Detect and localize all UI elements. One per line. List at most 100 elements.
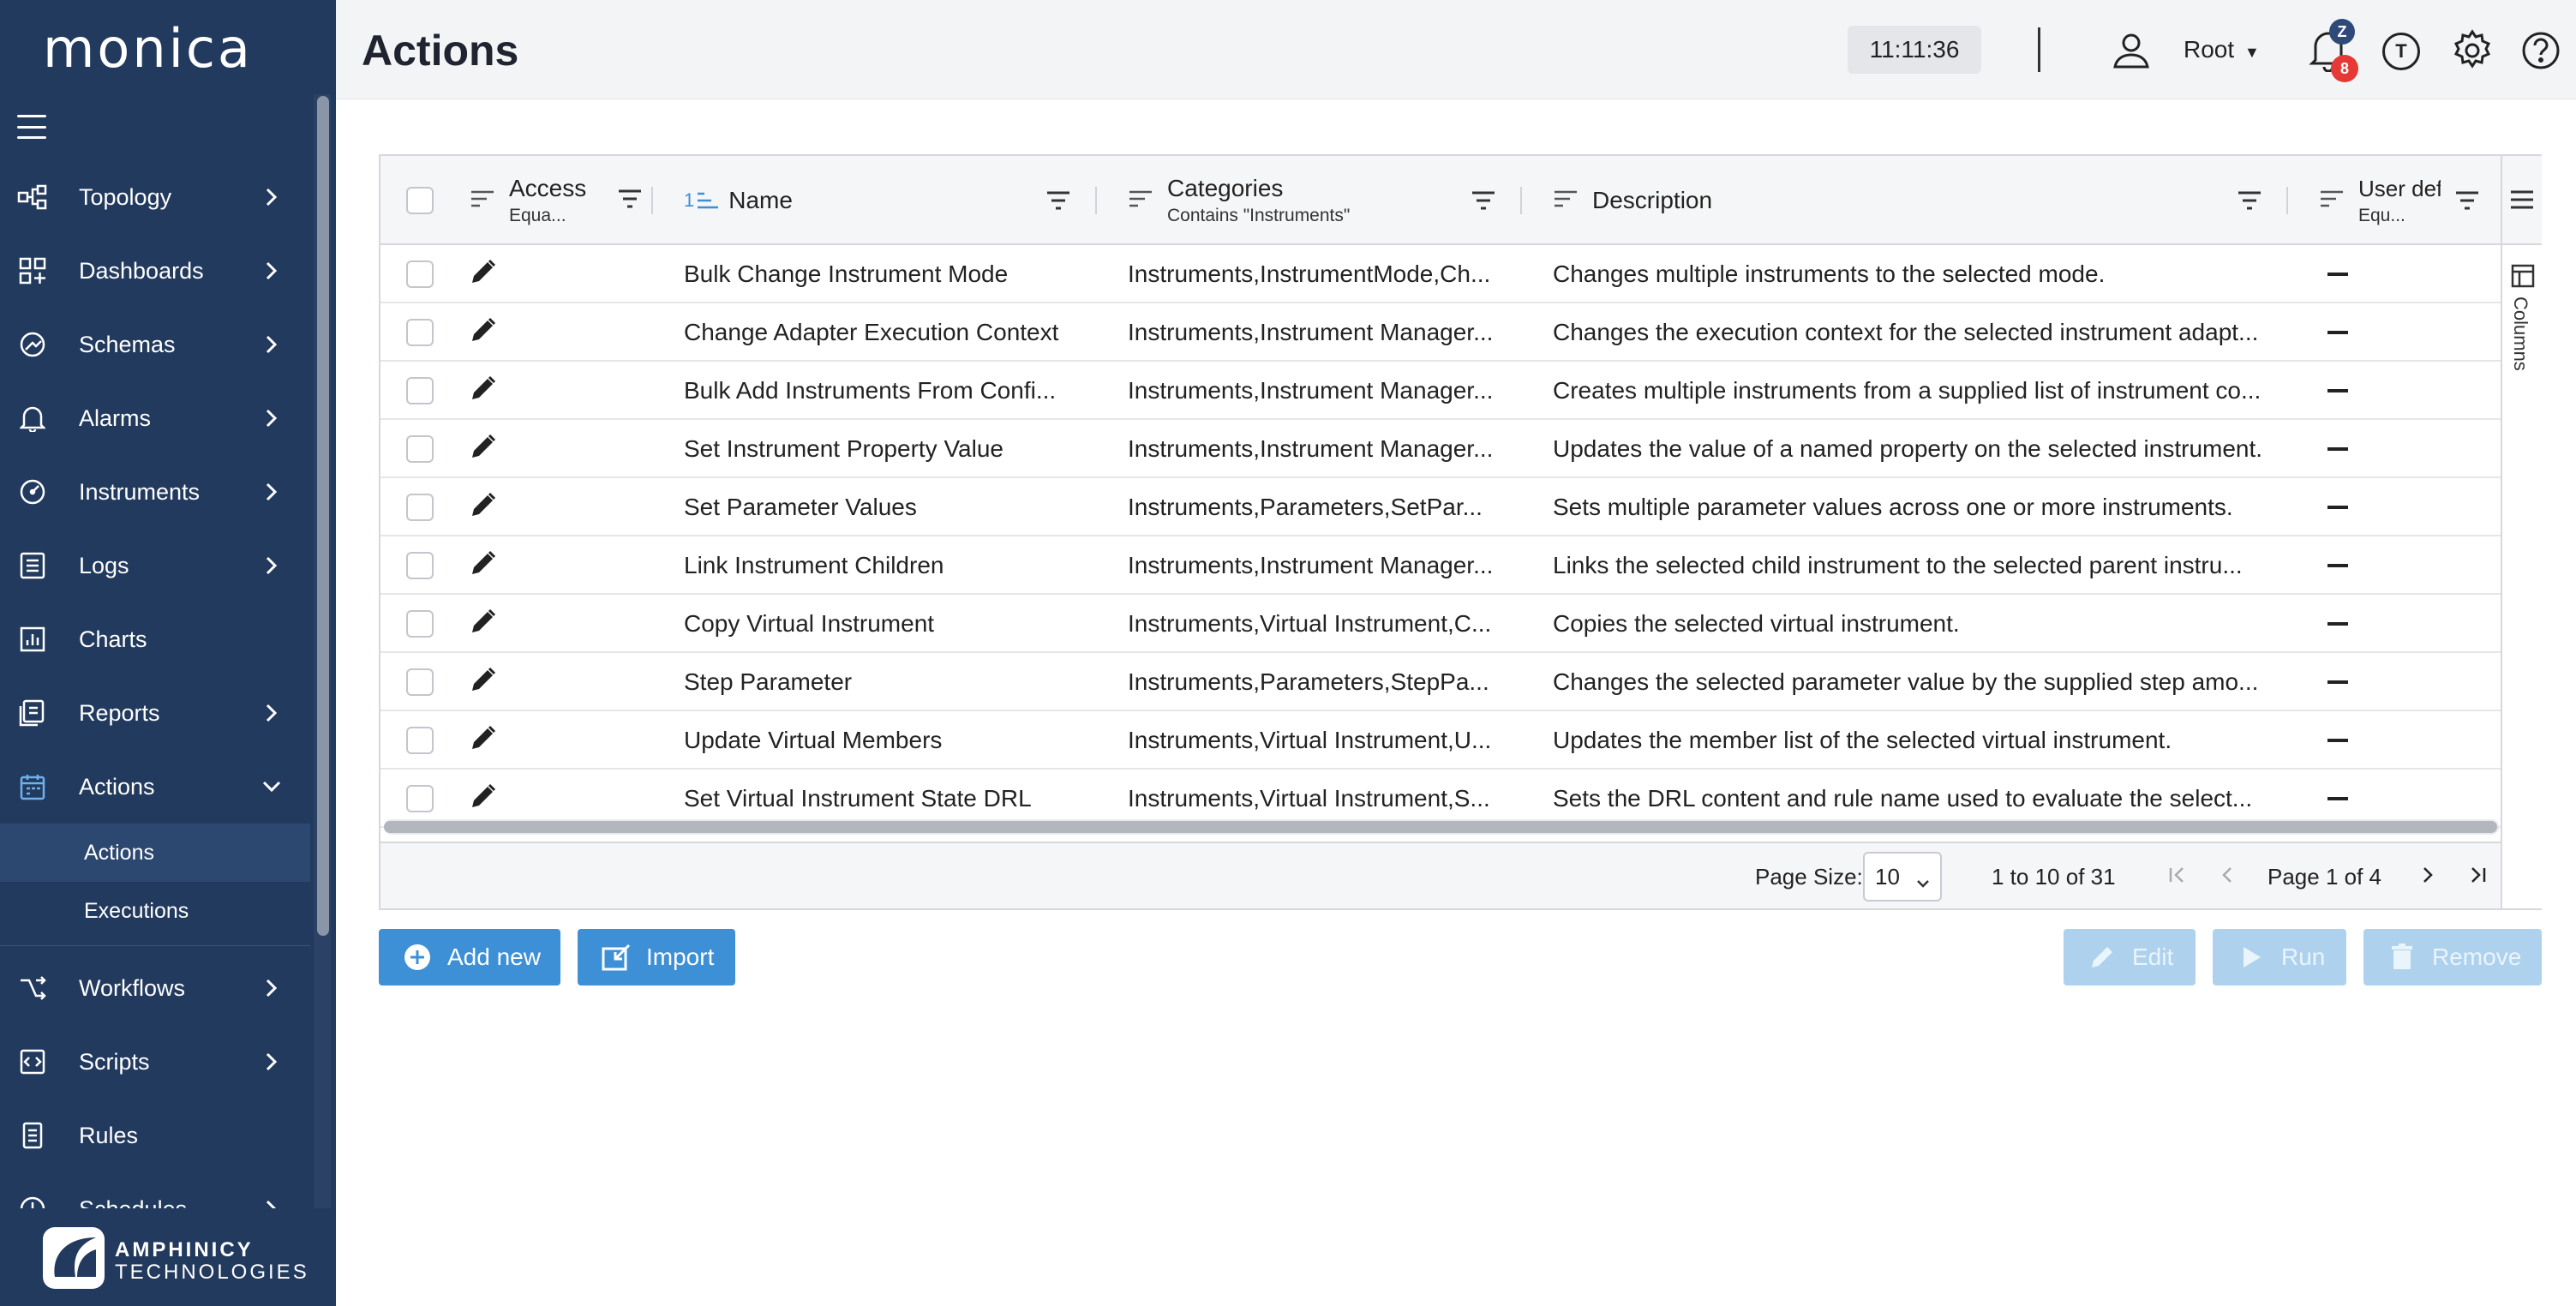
run-button[interactable]: Run xyxy=(2213,929,2346,985)
horizontal-scroll-thumb[interactable] xyxy=(384,821,2497,833)
sidebar-item-topology[interactable]: Topology xyxy=(0,160,310,234)
row-checkbox[interactable] xyxy=(406,610,434,638)
remove-button[interactable]: Remove xyxy=(2363,929,2542,985)
add-new-button[interactable]: Add new xyxy=(379,929,560,985)
hamburger-menu-icon[interactable] xyxy=(17,115,46,139)
first-page-icon[interactable] xyxy=(2165,862,2190,888)
table-row[interactable]: Bulk Add Instruments From Confi... Instru… xyxy=(380,362,2502,420)
sidebar-item-logs[interactable]: Logs xyxy=(0,529,310,602)
column-separator[interactable] xyxy=(651,187,653,214)
column-header-user-defined[interactable]: User def Equ... xyxy=(2319,156,2441,245)
table-row[interactable]: Set Parameter Values Instruments,Paramete… xyxy=(380,478,2502,536)
empty-value-dash xyxy=(2327,622,2348,626)
theme-toggle-icon[interactable]: T xyxy=(2382,33,2420,70)
column-menu-icon[interactable] xyxy=(2319,189,2345,213)
sidebar-item-rules[interactable]: Rules xyxy=(0,1099,310,1172)
gear-icon[interactable] xyxy=(2451,29,2494,72)
column-separator[interactable] xyxy=(1095,187,1097,214)
pencil-icon[interactable] xyxy=(470,258,497,291)
column-filter-summary: Equ... xyxy=(2358,205,2405,225)
sidebar-subitem-executions[interactable]: Executions xyxy=(0,882,310,940)
column-separator[interactable] xyxy=(2286,187,2288,214)
pencil-icon[interactable] xyxy=(470,666,497,699)
last-page-icon[interactable] xyxy=(2465,862,2490,888)
sidebar-item-schemas[interactable]: Schemas xyxy=(0,308,310,381)
row-checkbox[interactable] xyxy=(406,785,434,812)
row-checkbox[interactable] xyxy=(406,727,434,754)
filter-icon[interactable] xyxy=(2454,190,2480,215)
edit-button[interactable]: Edit xyxy=(2064,929,2196,985)
column-menu-icon[interactable] xyxy=(1553,189,1579,213)
sidebar-subitem-actions[interactable]: Actions xyxy=(0,824,310,882)
empty-value-dash xyxy=(2327,389,2348,392)
previous-page-icon[interactable] xyxy=(2214,862,2240,888)
filter-icon[interactable] xyxy=(2237,190,2262,215)
table-row[interactable]: Change Adapter Execution Context Instrume… xyxy=(380,303,2502,362)
next-page-icon[interactable] xyxy=(2415,862,2441,888)
sidebar-item-dashboards[interactable]: Dashboards xyxy=(0,234,310,308)
caret-down-icon: ▼ xyxy=(2244,44,2260,61)
help-icon[interactable] xyxy=(2521,31,2561,70)
sidebar-item-workflows[interactable]: Workflows xyxy=(0,951,310,1025)
columns-tab[interactable]: Columns xyxy=(2507,259,2538,387)
row-checkbox[interactable] xyxy=(406,668,434,696)
filter-icon[interactable] xyxy=(617,189,643,213)
table-row[interactable]: Link Instrument Children Instruments,Inst… xyxy=(380,536,2502,595)
pencil-icon[interactable] xyxy=(470,316,497,350)
monica-logo[interactable]: monica xyxy=(43,17,253,80)
column-label: Description xyxy=(1592,187,1713,213)
row-checkbox[interactable] xyxy=(406,377,434,404)
row-user-defined xyxy=(2327,245,2348,303)
column-header-description[interactable]: Description xyxy=(1553,156,1712,245)
page-size-select[interactable]: 10 xyxy=(1863,852,1942,902)
pencil-icon[interactable] xyxy=(470,433,497,466)
user-menu[interactable]: Root ▼ xyxy=(2184,36,2260,63)
user-icon[interactable] xyxy=(2112,31,2151,70)
column-header-access[interactable]: Access Equa... xyxy=(470,156,643,245)
sidebar-item-instruments[interactable]: Instruments xyxy=(0,455,310,529)
table-row[interactable]: Step Parameter Instruments,Parameters,Ste… xyxy=(380,653,2502,711)
filter-icon[interactable] xyxy=(1045,190,1071,215)
table-row[interactable]: Bulk Change Instrument Mode Instruments,I… xyxy=(380,245,2502,303)
row-categories: Instruments,Instrument Manager... xyxy=(1128,377,1494,404)
row-description: Changes the selected parameter value by … xyxy=(1553,668,2259,695)
pencil-icon[interactable] xyxy=(470,724,497,758)
amphinicy-logo xyxy=(43,1227,105,1289)
row-checkbox[interactable] xyxy=(406,494,434,521)
grid-menu-icon[interactable] xyxy=(2502,156,2542,245)
row-checkbox[interactable] xyxy=(406,319,434,346)
row-select-cell xyxy=(406,303,434,362)
select-all-checkbox[interactable] xyxy=(406,187,434,214)
table-row[interactable]: Set Instrument Property Value Instruments… xyxy=(380,420,2502,478)
import-button[interactable]: Import xyxy=(578,929,735,985)
pencil-icon[interactable] xyxy=(470,608,497,641)
sidebar-item-label: Instruments xyxy=(79,478,201,505)
add-new-label: Add new xyxy=(447,944,541,970)
sidebar-item-actions[interactable]: Actions xyxy=(0,750,310,824)
table-row[interactable]: Copy Virtual Instrument Instruments,Virtu… xyxy=(380,595,2502,653)
column-menu-icon[interactable] xyxy=(470,189,495,213)
pencil-icon[interactable] xyxy=(470,491,497,524)
sidebar-item-label: Charts xyxy=(79,626,147,652)
row-checkbox[interactable] xyxy=(406,552,434,579)
pencil-icon[interactable] xyxy=(470,549,497,583)
sidebar-item-alarms[interactable]: Alarms xyxy=(0,381,310,455)
sidebar-item-reports[interactable]: Reports xyxy=(0,676,310,750)
column-header-name[interactable]: 1 Name xyxy=(684,156,793,245)
column-separator[interactable] xyxy=(1520,187,1522,214)
row-checkbox[interactable] xyxy=(406,435,434,463)
sidebar-item-scripts[interactable]: Scripts xyxy=(0,1025,310,1099)
column-header-categories[interactable]: Categories Contains "Instruments" xyxy=(1128,156,1350,245)
horizontal-scrollbar[interactable] xyxy=(384,819,2499,835)
row-edit-cell xyxy=(470,303,497,362)
row-checkbox[interactable] xyxy=(406,261,434,288)
sort-asc-icon[interactable]: 1 xyxy=(684,189,720,212)
sidebar-scroll-thumb[interactable] xyxy=(317,96,329,936)
column-menu-icon[interactable] xyxy=(1128,189,1153,213)
pencil-icon[interactable] xyxy=(470,374,497,408)
table-row[interactable]: Update Virtual Members Instruments,Virtua… xyxy=(380,711,2502,770)
chevron-right-icon xyxy=(259,700,285,726)
filter-icon[interactable] xyxy=(1471,190,1496,215)
sidebar-item-charts[interactable]: Charts xyxy=(0,602,310,676)
pencil-icon[interactable] xyxy=(470,782,497,816)
